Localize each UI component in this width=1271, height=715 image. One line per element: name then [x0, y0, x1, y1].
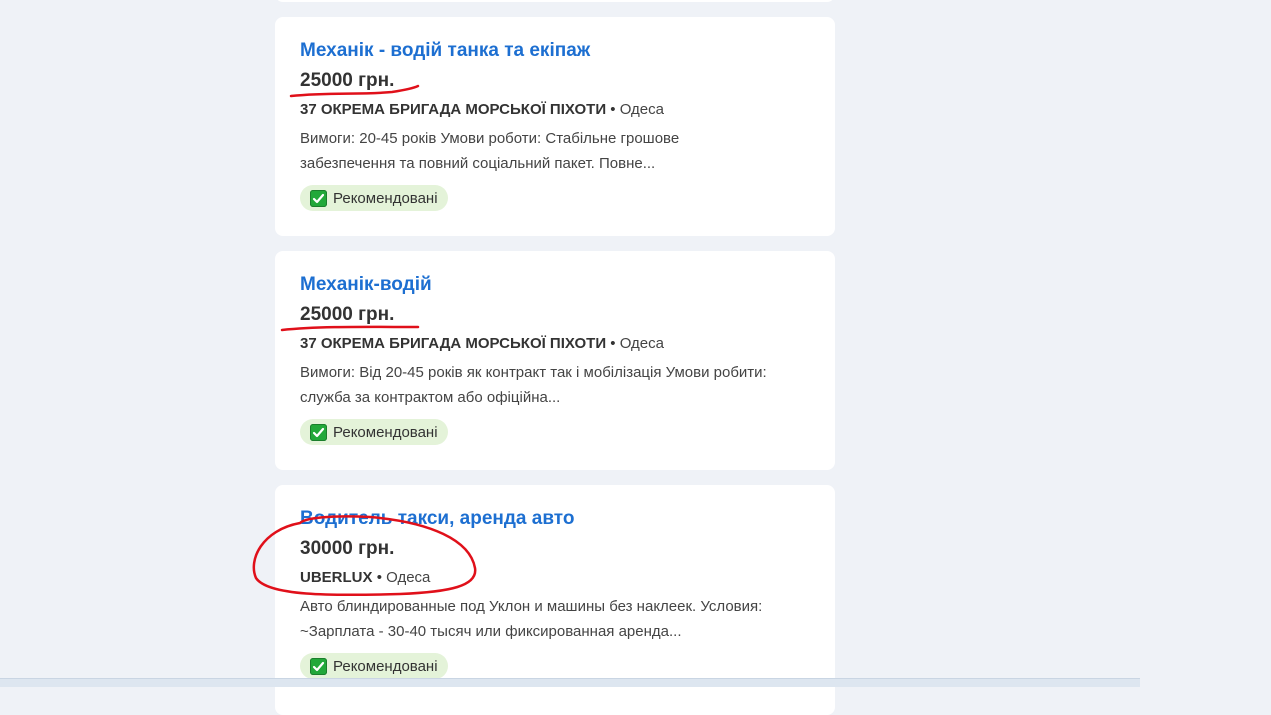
- separator-dot: •: [610, 101, 616, 118]
- listing-salary: 25000 грн.: [300, 304, 395, 325]
- listing-title[interactable]: Водитель такси, аренда авто: [300, 507, 810, 531]
- listing-company-line: 37 ОКРЕМА БРИГАДА МОРСЬКОЇ ПІХОТИ • Одес…: [300, 100, 810, 120]
- listing-city: Одеса: [619, 101, 664, 118]
- check-mark-icon: [310, 657, 327, 675]
- listing-card[interactable]: Механік - водій танка та екіпаж 25000 гр…: [275, 17, 835, 236]
- recommended-badge: Рекомендовані: [300, 653, 448, 679]
- check-mark-icon: [310, 189, 327, 207]
- previous-listing-card: [275, 0, 835, 2]
- listing-description-line: Вимоги: Від 20-45 років як контракт так …: [300, 364, 767, 381]
- listing-description-line: служба за контрактом або офіційна...: [300, 389, 561, 406]
- separator-dot: •: [376, 569, 382, 586]
- listing-description-line: Вимоги: 20-45 років Умови роботи: Стабіл…: [300, 130, 680, 147]
- listing-company: 37 ОКРЕМА БРИГАДА МОРСЬКОЇ ПІХОТИ: [300, 335, 607, 352]
- listing-company: UBERLUX: [300, 569, 373, 586]
- listing-salary: 25000 грн.: [300, 70, 395, 91]
- badge-label: Рекомендовані: [333, 423, 438, 441]
- listing-description-line: забезпечення та повний соціальний пакет.…: [300, 155, 656, 172]
- listing-card[interactable]: Механік-водій 25000 грн. 37 ОКРЕМА БРИГА…: [275, 251, 835, 470]
- listing-company: 37 ОКРЕМА БРИГАДА МОРСЬКОЇ ПІХОТИ: [300, 101, 607, 118]
- listing-company-line: UBERLUX • Одеса: [300, 568, 810, 588]
- badge-label: Рекомендовані: [333, 189, 438, 207]
- listing-salary: 30000 грн.: [300, 538, 395, 559]
- listing-company-line: 37 ОКРЕМА БРИГАДА МОРСЬКОЇ ПІХОТИ • Одес…: [300, 334, 810, 354]
- listing-description: Вимоги: 20-45 років Умови роботи: Стабіл…: [300, 126, 810, 176]
- listing-description-line: ~Зарплата - 30-40 тысяч или фиксированна…: [300, 623, 682, 640]
- listing-city: Одеса: [386, 569, 431, 586]
- badge-label: Рекомендовані: [333, 657, 438, 675]
- check-mark-icon: [310, 423, 327, 441]
- recommended-badge: Рекомендовані: [300, 185, 448, 211]
- recommended-badge: Рекомендовані: [300, 419, 448, 445]
- listing-description-line: Авто блиндированные под Уклон и машины б…: [300, 598, 763, 615]
- listing-title[interactable]: Механік - водій танка та екіпаж: [300, 39, 810, 63]
- listing-description: Вимоги: Від 20-45 років як контракт так …: [300, 360, 810, 410]
- separator-dot: •: [610, 335, 616, 352]
- listing-city: Одеса: [619, 335, 664, 352]
- listing-description: Авто блиндированные под Уклон и машины б…: [300, 594, 810, 644]
- listing-title[interactable]: Механік-водій: [300, 273, 810, 297]
